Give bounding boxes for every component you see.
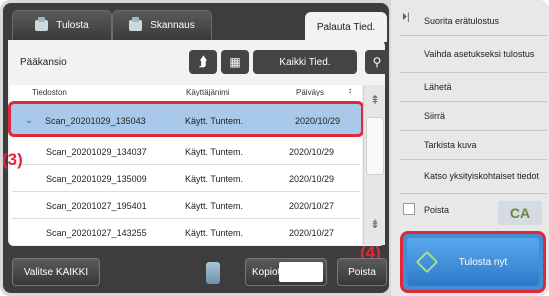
file-name: Scan_20201029_135043 <box>45 116 146 126</box>
menu-send[interactable]: Lähetä <box>400 73 547 102</box>
delete-checkbox[interactable] <box>403 203 415 215</box>
col-date[interactable]: Päiväys <box>296 88 324 96</box>
folder-up-button[interactable]: ⮭ <box>189 50 217 74</box>
tab-print-label: Tulosta <box>56 20 89 31</box>
copies-control[interactable]: Kopiota <box>245 258 327 286</box>
start-icon <box>415 250 439 274</box>
print-icon <box>35 17 49 31</box>
grid-icon: ▦ <box>229 55 241 69</box>
search-button[interactable]: ⚲ <box>365 50 389 74</box>
file-user: Käytt. Tuntem. <box>185 228 244 238</box>
menu-label: Katso yksityiskohtaiset tiedot <box>424 171 540 181</box>
menu-label: Lähetä <box>424 81 452 92</box>
double-up-icon: ⇞ <box>369 93 381 107</box>
file-user: Käytt. Tuntem. <box>185 147 244 157</box>
file-date: 2020/10/29 <box>295 116 341 126</box>
screen: Tulosta Skannaus Palauta Tied. Pääkansio… <box>0 0 549 296</box>
menu-label: Vaihda asetukseksi tulostus <box>424 48 535 59</box>
file-name: Scan_20201029_135009 <box>46 174 147 184</box>
select-all-label: Valitse KAIKKI <box>23 266 89 278</box>
clear-all-button[interactable]: CA <box>498 201 542 225</box>
ca-label: CA <box>509 205 531 221</box>
scan-icon <box>129 17 143 31</box>
scroll-up-button[interactable]: ⇞ <box>364 87 386 113</box>
folder-label: Pääkansio <box>20 57 67 68</box>
delete-checkbox-label: Poista <box>424 205 450 215</box>
table-row[interactable]: Scan_20201029_135009 Käytt. Tuntem. 2020… <box>12 165 360 192</box>
table-row[interactable]: Scan_20201027_143255 Käytt. Tuntem. 2020… <box>12 219 360 246</box>
file-date: 2020/10/27 <box>289 201 335 211</box>
col-filename[interactable]: Tiedoston <box>32 88 67 96</box>
tab-scan-label: Skannaus <box>150 20 195 31</box>
table-row[interactable]: Scan_20201029_134037 Käytt. Tuntem. 2020… <box>12 138 360 165</box>
tab-restore-label: Palauta Tied. <box>316 21 376 33</box>
table-row-selected[interactable]: ⌄ Scan_20201029_135043 Käytt. Tuntem. 20… <box>8 101 364 137</box>
file-date: 2020/10/27 <box>289 228 335 238</box>
file-name: Scan_20201027_143255 <box>46 228 147 238</box>
menu-label: Tarkista kuva <box>424 139 477 150</box>
sort-icon[interactable]: ↕ <box>348 86 352 96</box>
start-button-highlight: Tulosta nyt <box>400 231 546 293</box>
menu-move[interactable]: Siirrä <box>400 102 547 131</box>
print-now-label: Tulosta nyt <box>458 256 508 268</box>
thumbnail-view-button[interactable]: ▦ <box>221 50 249 74</box>
tab-print[interactable]: Tulosta <box>12 10 112 40</box>
search-icon: ⚲ <box>372 55 382 69</box>
menu-change-to-print[interactable]: Vaihda asetukseksi tulostus <box>400 36 547 73</box>
print-now-button[interactable]: Tulosta nyt <box>407 238 539 286</box>
table-row[interactable]: Scan_20201027_195401 Käytt. Tuntem. 2020… <box>12 192 360 219</box>
copies-input[interactable] <box>279 262 323 282</box>
file-date: 2020/10/29 <box>289 147 335 157</box>
callout-3: (3) <box>2 150 23 169</box>
file-user: Käytt. Tuntem. <box>185 174 244 184</box>
file-name: Scan_20201029_134037 <box>46 147 147 157</box>
menu-label: Siirrä <box>424 110 446 121</box>
scrollbar[interactable]: ⇞ ⇟ <box>363 85 385 245</box>
file-date: 2020/10/29 <box>289 174 335 184</box>
up-arrow-icon: ⮭ <box>199 54 207 69</box>
menu-batch-print[interactable]: Suorita erätulostus <box>400 8 547 36</box>
scroll-down-button[interactable]: ⇟ <box>364 211 386 237</box>
file-user: Käytt. Tuntem. <box>185 116 244 126</box>
select-all-button[interactable]: Valitse KAIKKI <box>12 258 100 286</box>
menu-label: Suorita erätulostus <box>424 16 500 26</box>
delete-button[interactable]: Poista <box>337 258 387 286</box>
tab-restore[interactable]: Palauta Tied. <box>305 12 387 42</box>
delete-label: Poista <box>348 266 376 278</box>
all-files-button[interactable]: Kaikki Tied. <box>253 50 357 74</box>
tab-scan[interactable]: Skannaus <box>112 10 212 40</box>
menu-details[interactable]: Katso yksityiskohtaiset tiedot <box>400 160 547 194</box>
all-files-label: Kaikki Tied. <box>279 56 331 68</box>
stack-icon <box>206 262 220 284</box>
file-name: Scan_20201027_195401 <box>46 201 147 211</box>
file-user: Käytt. Tuntem. <box>185 201 244 211</box>
double-down-icon: ⇟ <box>369 217 381 231</box>
col-username[interactable]: Käyttäjänimi <box>186 88 230 96</box>
chevron-down-icon: ⌄ <box>25 115 34 126</box>
scroll-thumb[interactable] <box>366 117 384 175</box>
menu-check-image[interactable]: Tarkista kuva <box>400 131 547 160</box>
